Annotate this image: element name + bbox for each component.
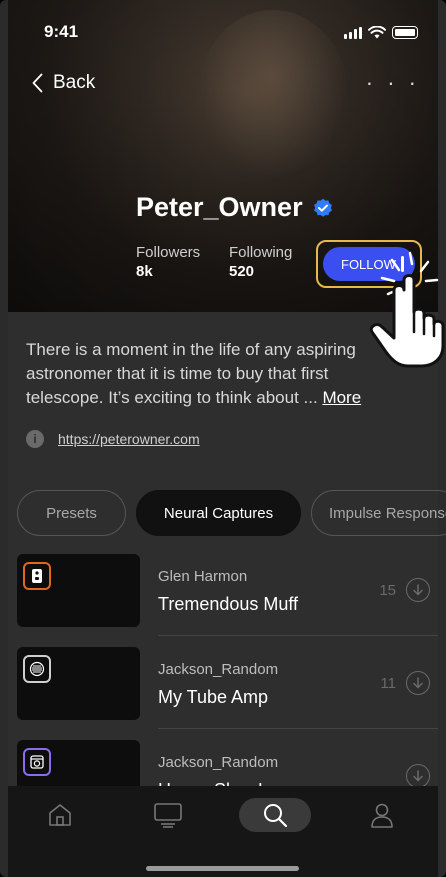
followers-stat[interactable]: Followers 8k	[136, 244, 200, 280]
followers-count: 8k	[136, 263, 153, 280]
back-label: Back	[53, 72, 96, 93]
profile-bio: There is a moment in the life of any asp…	[26, 338, 396, 410]
following-count: 520	[229, 263, 255, 280]
download-count: 15	[379, 582, 396, 599]
top-nav: Back · · ·	[32, 70, 420, 96]
download-icon[interactable]	[406, 764, 430, 788]
tab-impulse-responses[interactable]: Impulse Responses	[311, 490, 446, 536]
download-count: 11	[380, 675, 396, 692]
bio-more-link[interactable]: More	[322, 388, 361, 407]
home-icon[interactable]	[30, 798, 90, 832]
chevron-left-icon	[32, 73, 43, 93]
tap-hand-icon	[369, 251, 445, 368]
pedal-icon	[23, 562, 51, 590]
app-screen: 9:41 Back · · · Peter_Owner Followers 8k…	[0, 0, 446, 877]
website-link[interactable]: https://peterowner.com	[58, 431, 200, 447]
item-author: Glen Harmon	[158, 568, 248, 585]
profile-content: There is a moment in the life of any asp…	[8, 312, 446, 813]
cab-icon	[23, 748, 51, 776]
tab-neural-captures[interactable]: Neural Captures	[136, 490, 301, 536]
home-indicator[interactable]	[146, 866, 299, 871]
item-title: My Tube Amp	[158, 687, 269, 707]
item-author: Jackson_Random	[158, 661, 279, 678]
download-icon[interactable]	[406, 671, 430, 695]
list-item[interactable]: Glen Harmon Tremendous Muff 15	[17, 554, 438, 646]
download-icon[interactable]	[406, 578, 430, 602]
profile-name: Peter_Owner	[136, 192, 303, 222]
followers-label: Followers	[136, 244, 201, 261]
status-time: 9:41	[44, 22, 79, 41]
battery-icon	[392, 26, 418, 39]
following-stat[interactable]: Following 520	[229, 244, 292, 280]
back-button[interactable]: Back	[32, 72, 95, 94]
amp-icon	[23, 655, 51, 683]
profile-icon[interactable]	[352, 798, 412, 832]
more-options-icon[interactable]: · · ·	[366, 70, 420, 96]
monitor-icon[interactable]	[138, 798, 198, 832]
following-label: Following	[229, 244, 293, 261]
bottom-tab-bar	[8, 786, 438, 877]
list-item[interactable]: Jackson_Random My Tube Amp 11	[17, 647, 438, 739]
bio-text: There is a moment in the life of any asp…	[26, 340, 356, 407]
item-title: Tremendous Muff	[158, 594, 299, 614]
wifi-icon	[368, 26, 386, 39]
status-bar: 9:41	[0, 22, 446, 46]
tab-presets[interactable]: Presets	[17, 490, 126, 536]
item-author: Jackson_Random	[158, 754, 279, 771]
info-icon: i	[26, 430, 44, 448]
signal-icon	[344, 27, 362, 39]
verified-badge-icon	[313, 198, 332, 217]
search-icon[interactable]	[239, 798, 311, 832]
content-tabs: Presets Neural Captures Impulse Response…	[17, 490, 446, 536]
